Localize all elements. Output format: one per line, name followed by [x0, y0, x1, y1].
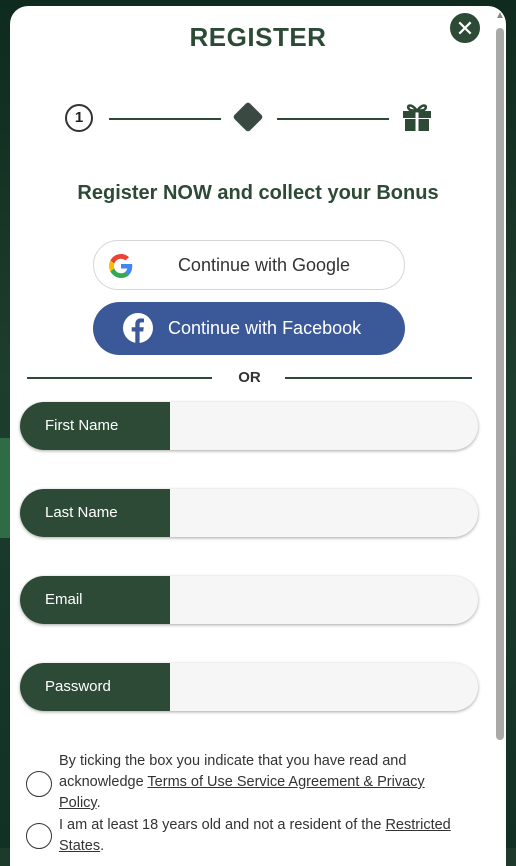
- registration-steps: 1: [65, 100, 445, 140]
- password-label: Password: [20, 663, 170, 711]
- facebook-button-label: Continue with Facebook: [168, 318, 362, 338]
- password-field: Password: [20, 663, 478, 711]
- register-modal: REGISTER 1 Register NOW and collect your…: [10, 6, 506, 866]
- gift-icon: [403, 104, 431, 131]
- age-text-before: I am at least 18 years old and not a res…: [59, 817, 386, 833]
- continue-with-google-button[interactable]: Continue with Google: [93, 240, 405, 290]
- scroll-up-arrow-icon[interactable]: ▲: [494, 10, 506, 22]
- email-label: Email: [20, 576, 170, 624]
- email-input[interactable]: [170, 576, 478, 624]
- last-name-field: Last Name: [20, 489, 478, 537]
- modal-scrollbar[interactable]: ▲: [494, 10, 506, 848]
- scrollbar-thumb[interactable]: [496, 28, 504, 740]
- or-divider: OR: [27, 366, 472, 388]
- step-connector: [109, 118, 221, 120]
- continue-with-facebook-button[interactable]: Continue with Facebook: [93, 302, 405, 355]
- first-name-field: First Name: [20, 402, 478, 450]
- close-icon[interactable]: ✕: [448, 11, 482, 45]
- facebook-icon: [123, 313, 153, 343]
- google-button-label: Continue with Google: [177, 254, 351, 275]
- first-name-input[interactable]: [170, 402, 478, 450]
- terms-text-after: .: [96, 795, 101, 811]
- first-name-label: First Name: [20, 402, 170, 450]
- last-name-label: Last Name: [20, 489, 170, 537]
- age-checkbox[interactable]: [26, 823, 52, 849]
- divider-line: [285, 377, 472, 379]
- password-input[interactable]: [170, 663, 478, 711]
- terms-checkbox[interactable]: [26, 771, 52, 797]
- age-consent-text: I am at least 18 years old and not a res…: [59, 815, 469, 857]
- modal-title: REGISTER: [189, 22, 327, 52]
- email-field: Email: [20, 576, 478, 624]
- step-1-indicator: 1: [65, 104, 93, 132]
- bonus-headline: Register NOW and collect your Bonus: [77, 182, 439, 204]
- last-name-input[interactable]: [170, 489, 478, 537]
- step-connector: [277, 118, 389, 120]
- diamond-icon: [232, 101, 264, 133]
- terms-consent-text: By ticking the box you indicate that you…: [59, 751, 469, 814]
- age-text-after: .: [100, 838, 105, 854]
